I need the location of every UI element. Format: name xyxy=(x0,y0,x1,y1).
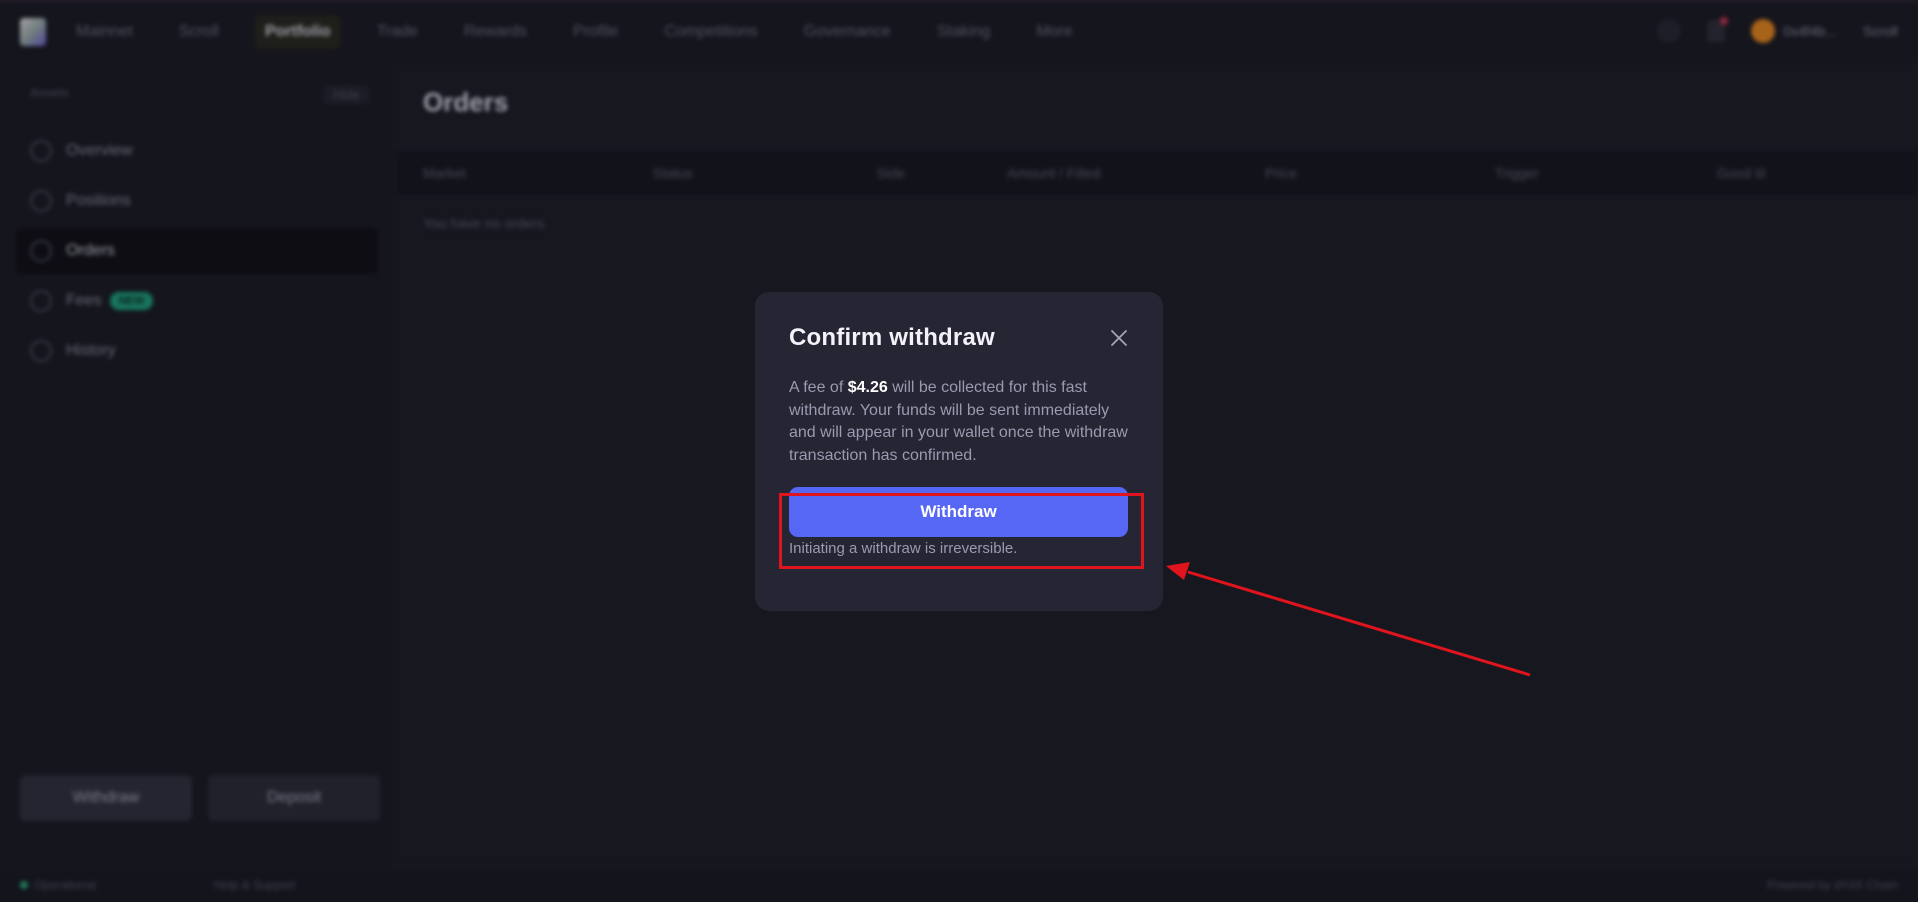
fee-description: A fee of $4.26 will be collected for thi… xyxy=(789,377,1129,467)
fee-amount: $4.26 xyxy=(847,379,888,396)
highlight-box xyxy=(779,493,1144,569)
close-icon[interactable] xyxy=(1109,328,1129,348)
dialog-title: Confirm withdraw xyxy=(789,324,995,351)
fee-text-prefix: A fee of xyxy=(789,379,848,396)
